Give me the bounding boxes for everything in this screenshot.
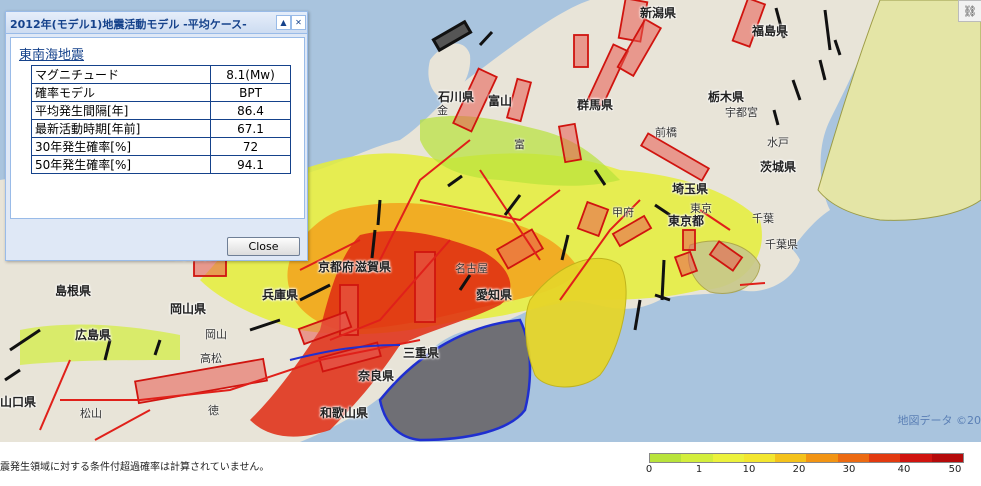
prefecture-label: 広島県 <box>75 328 112 342</box>
legend-swatch <box>775 454 807 462</box>
city-label: 宇都宮 <box>725 106 758 119</box>
legend-swatch <box>650 454 682 462</box>
row-value: 67.1 <box>210 119 291 138</box>
prefecture-label: 三重県 <box>403 346 440 360</box>
prefecture-label: 福島県 <box>752 24 789 38</box>
prefecture-label: 滋賀県 <box>355 260 392 274</box>
earthquake-name-link[interactable]: 東南海地震 <box>19 44 84 63</box>
city-label: 金 <box>437 104 448 117</box>
prefecture-label: 兵庫県 <box>262 288 299 302</box>
legend-tick-label: 10 <box>742 464 756 475</box>
table-row: 確率モデル BPT <box>31 83 291 102</box>
row-label: マグニチュード <box>31 65 211 84</box>
window-body: 東南海地震 マグニチュード 8.1(Mw) 確率モデル BPT 平均発生間隔[年] 86.… <box>10 37 305 219</box>
legend-tick-label: 0 <box>645 464 653 475</box>
legend-swatch <box>681 454 713 462</box>
prefecture-label: 奈良県 <box>358 369 395 383</box>
legend-tick-label: 50 <box>948 464 962 475</box>
row-label: 平均発生間隔[年] <box>31 101 211 120</box>
row-value: BPT <box>210 83 291 102</box>
legend-swatch <box>743 454 776 462</box>
table-row: 30年発生確率[%] 72 <box>31 137 291 156</box>
city-label: 千葉 <box>752 212 774 225</box>
city-label: 高松 <box>200 352 222 365</box>
row-label: 50年発生確率[%] <box>31 155 211 174</box>
table-row: マグニチュード 8.1(Mw) <box>31 65 291 84</box>
table-row: 最新活動時期[年前] 67.1 <box>31 119 291 138</box>
city-label: 水戸 <box>767 136 789 149</box>
prefecture-label: 和歌山県 <box>320 406 369 420</box>
earthquake-info-table: マグニチュード 8.1(Mw) 確率モデル BPT 平均発生間隔[年] 86.4 最新活動時… <box>31 65 291 174</box>
legend-tick-label: 40 <box>897 464 911 475</box>
prefecture-label: 茨城県 <box>760 160 797 174</box>
prefecture-label: 京都府 <box>318 260 355 274</box>
prefecture-label: 埼玉県 <box>672 182 709 196</box>
legend-tick-label: 20 <box>792 464 806 475</box>
city-label: 東京 <box>690 202 712 215</box>
legend-swatch <box>869 454 901 462</box>
legend-tick-label: 1 <box>695 464 703 475</box>
legend-tick-label: 30 <box>842 464 856 475</box>
table-row: 50年発生確率[%] 94.1 <box>31 155 291 174</box>
footer-note: 震発生領域に対する条件付超過確率は計算されていません。 <box>0 462 270 473</box>
hazard-map[interactable]: 新潟県福島県石川県栃木県富山群馬県茨城県埼玉県東京都鳥取県京都府滋賀県島根県兵庫… <box>0 0 981 442</box>
city-label: 富 <box>514 138 525 151</box>
window-title: 2012年(モデル1)地震活動モデル -平均ケース- <box>10 18 247 31</box>
legend-swatch <box>712 454 744 462</box>
table-row: 平均発生間隔[年] 86.4 <box>31 101 291 120</box>
prefecture-label: 岡山県 <box>170 302 207 316</box>
caret-up-icon[interactable]: ▲ <box>276 15 291 30</box>
row-value: 72 <box>210 137 291 156</box>
row-value: 86.4 <box>210 101 291 120</box>
row-label: 30年発生確率[%] <box>31 137 211 156</box>
earthquake-info-window[interactable]: 2012年(モデル1)地震活動モデル -平均ケース- ▲ ✕ 東南海地震 マグニ… <box>5 11 308 261</box>
prefecture-label: 島根県 <box>55 284 92 298</box>
row-label: 確率モデル <box>31 83 211 102</box>
row-value: 94.1 <box>210 155 291 174</box>
chain-link-icon[interactable]: ⛓ <box>958 0 981 22</box>
city-label: 松山 <box>80 407 102 420</box>
row-label: 最新活動時期[年前] <box>31 119 211 138</box>
prefecture-label: 山口県 <box>0 395 37 409</box>
window-header[interactable]: 2012年(モデル1)地震活動モデル -平均ケース- ▲ ✕ <box>6 12 307 34</box>
map-attribution[interactable]: 地図データ ©20 <box>898 412 981 428</box>
row-value: 8.1(Mw) <box>210 65 291 84</box>
close-icon[interactable]: ✕ <box>291 15 306 30</box>
probability-legend: 0 1 10 20 30 40 50 <box>646 453 964 475</box>
city-label: 甲府 <box>612 206 634 219</box>
city-label: 徳 <box>208 404 219 417</box>
prefecture-label: 愛知県 <box>476 288 513 302</box>
city-label: 千葉県 <box>765 238 798 251</box>
prefecture-label: 富山 <box>488 94 513 108</box>
prefecture-label: 栃木県 <box>708 90 745 104</box>
legend-swatch <box>900 454 932 462</box>
prefecture-label: 群馬県 <box>577 98 614 112</box>
close-button[interactable]: Close <box>227 237 300 256</box>
legend-swatch <box>837 454 870 462</box>
prefecture-label: 新潟県 <box>640 6 677 20</box>
legend-color-bar <box>649 453 964 463</box>
city-label: 岡山 <box>205 328 227 341</box>
legend-swatch <box>806 454 838 462</box>
legend-swatch <box>931 454 963 462</box>
city-label: 名古屋 <box>455 262 488 275</box>
city-label: 前橋 <box>655 126 677 139</box>
